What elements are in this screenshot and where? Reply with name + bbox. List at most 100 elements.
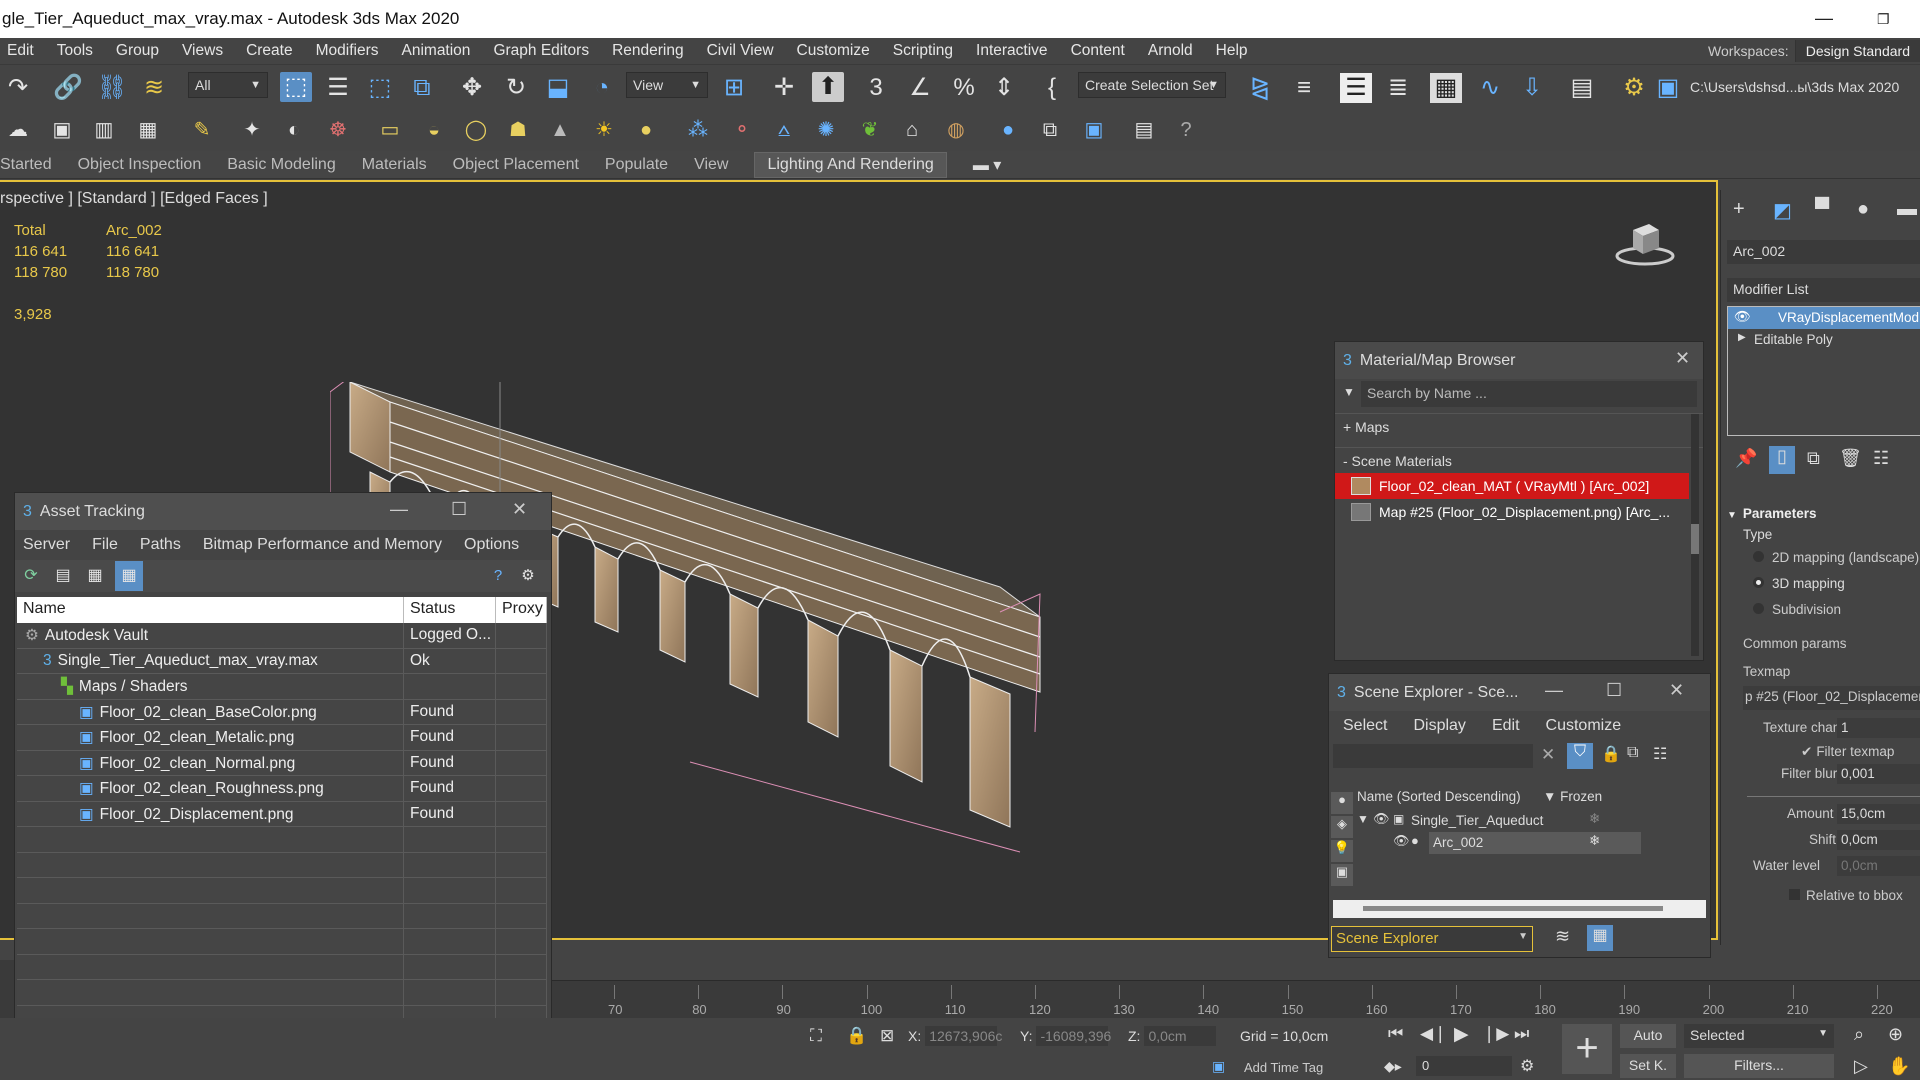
align-icon[interactable]: ≡ <box>1288 73 1320 103</box>
hand-pan-icon[interactable]: ✋ <box>1888 1056 1910 1077</box>
add-time-tag-icon[interactable]: ▣ <box>1212 1058 1225 1075</box>
help-icon[interactable]: ? <box>485 561 511 591</box>
se-menu-customize[interactable]: Customize <box>1546 717 1622 735</box>
configure-sets-icon[interactable]: ☷ <box>1873 448 1889 469</box>
ribbon-tab-object-placement[interactable]: Object Placement <box>453 156 579 174</box>
radio-2d-mapping[interactable]: 2D mapping (landscape) <box>1753 550 1919 565</box>
show-end-result-icon[interactable]: ▯ <box>1769 446 1795 474</box>
freeze-icon[interactable]: ❄ <box>1589 833 1600 849</box>
mmb-map-item[interactable]: Map #25 (Floor_02_Displacement.png) [Arc… <box>1335 499 1703 525</box>
asset-row[interactable]: ▣ Floor_02_clean_Metalic.png Found <box>17 725 547 751</box>
unlink-icon[interactable]: ⛓ <box>96 73 128 103</box>
render-frame-icon[interactable]: ▣ <box>46 115 78 145</box>
asset-row[interactable]: ▣ Floor_02_clean_Roughness.png Found <box>17 776 547 802</box>
modifier-stack[interactable]: 👁 VRayDisplacementMod ▶ Editable Poly <box>1727 306 1920 436</box>
stack-item-vraydisplacement[interactable]: 👁 VRayDisplacementMod <box>1728 307 1920 329</box>
radio-subdivision[interactable]: Subdivision <box>1753 602 1841 617</box>
se-search-input[interactable] <box>1333 744 1533 768</box>
close-icon[interactable]: ✕ <box>1675 348 1690 369</box>
clear-search-icon[interactable]: ✕ <box>1541 745 1555 765</box>
window-crossing-icon[interactable]: ⧉ <box>406 73 438 103</box>
mmb-maps-section[interactable]: + Maps <box>1335 413 1703 439</box>
ribbon-toggle-icon[interactable]: ▦ <box>1430 73 1462 103</box>
mirror-icon[interactable]: ⧎ <box>1244 73 1276 103</box>
render-queue-icon[interactable]: ▦ <box>132 115 164 145</box>
menu-views[interactable]: Views <box>182 42 223 60</box>
spinner-snap-icon[interactable]: ⇕ <box>988 73 1020 103</box>
ribbon-tab-view[interactable]: View <box>694 156 728 174</box>
rotate-icon[interactable]: ↻ <box>500 73 532 103</box>
scene-explorer-window[interactable]: 3 Scene Explorer - Sce... — ☐ ✕ Select D… <box>1328 673 1711 958</box>
at-menu-bitmap[interactable]: Bitmap Performance and Memory <box>203 536 442 554</box>
se-scrollbar[interactable] <box>1333 900 1706 918</box>
ribbon-tab-basic-modeling[interactable]: Basic Modeling <box>227 156 336 174</box>
pivot-center-icon[interactable]: ⊞ <box>718 73 750 103</box>
col-name[interactable]: Name <box>17 597 404 623</box>
refresh-icon[interactable]: ⟳ <box>17 561 45 591</box>
stack-item-editable-poly[interactable]: ▶ Editable Poly <box>1728 329 1920 351</box>
auto-key-button[interactable]: Auto <box>1620 1024 1676 1048</box>
eye-icon[interactable]: 👁 <box>1734 309 1751 325</box>
timeline-ruler[interactable]: 70 80 90 100 110 120 130 140 150 160 170 180 190 200 2… <box>552 980 1920 1018</box>
light-filter-icon[interactable]: 💡 <box>1331 840 1353 862</box>
radio-3d-mapping[interactable]: 3D mapping <box>1753 576 1845 591</box>
remove-modifier-icon[interactable]: 🗑 <box>1839 448 1862 469</box>
selection-filter-dropdown[interactable]: All ▼ <box>188 72 268 98</box>
hierarchy-tab-icon[interactable]: ▀ <box>1815 198 1829 221</box>
material-map-browser[interactable]: 3 Material/Map Browser ✕ ▼ Search by Nam… <box>1334 341 1704 661</box>
se-tree-item-child[interactable]: 👁 ● Arc_002 ❄ <box>1355 832 1707 854</box>
link-icon[interactable]: 🔗 <box>52 73 84 103</box>
menu-group[interactable]: Group <box>116 42 159 60</box>
se-col-frozen[interactable]: ▼ Frozen <box>1543 789 1602 804</box>
prev-frame-icon[interactable]: ◀❘ <box>1420 1024 1447 1044</box>
goto-start-icon[interactable]: ⏮ <box>1388 1024 1403 1044</box>
play-icon[interactable]: ▶ <box>1454 1023 1469 1046</box>
select-by-name-icon[interactable]: ☰ <box>322 73 354 103</box>
set-key-plus-icon[interactable]: + <box>1562 1024 1612 1074</box>
close-icon[interactable]: ✕ <box>512 499 527 520</box>
scatter-icon[interactable]: ◍ <box>940 115 972 145</box>
redo-icon[interactable]: ↷ <box>2 73 34 103</box>
minimize-icon[interactable]: — <box>390 499 408 520</box>
project-path[interactable]: C:\Users\dshsd...ы\3ds Max 2020 <box>1690 79 1899 95</box>
eye-icon[interactable]: 👁 <box>1373 811 1390 827</box>
asset-row[interactable]: ⚙ Autodesk Vault Logged O... <box>17 623 547 649</box>
zoom-icon[interactable]: ⌕ <box>1854 1024 1864 1045</box>
menu-arnold[interactable]: Arnold <box>1148 42 1193 60</box>
settings-icon[interactable]: ⚙ <box>515 561 541 591</box>
at-menu-server[interactable]: Server <box>23 536 70 554</box>
spot-light-icon[interactable]: ▲ <box>544 115 576 145</box>
se-menu-select[interactable]: Select <box>1343 717 1387 735</box>
hierarchy-icon[interactable]: ⧉ <box>1627 744 1638 762</box>
asset-row[interactable]: ▣ Floor_02_clean_Normal.png Found <box>17 750 547 776</box>
menu-graph-editors[interactable]: Graph Editors <box>493 42 589 60</box>
menu-scripting[interactable]: Scripting <box>893 42 953 60</box>
ribbon-tab-object-inspection[interactable]: Object Inspection <box>78 156 202 174</box>
selection-lock-icon[interactable]: ⛶ <box>810 1026 822 1046</box>
ies-light-icon[interactable]: ● <box>630 115 662 145</box>
layer-sort-icon[interactable]: ☷ <box>1653 744 1667 764</box>
curve-editor-icon[interactable]: ∿ <box>1474 73 1506 103</box>
named-selection-icon[interactable]: { <box>1036 73 1068 103</box>
angle-snap-icon[interactable]: ∠ <box>904 73 936 103</box>
hierarchy-mode-icon[interactable]: ▦ <box>1587 925 1613 951</box>
lock-icon[interactable]: 🔒 <box>846 1026 867 1046</box>
plane-light-icon[interactable]: ▭ <box>374 115 406 145</box>
menu-help[interactable]: Help <box>1216 42 1248 60</box>
material-editor-icon[interactable]: ▤ <box>1566 73 1598 103</box>
place-icon[interactable]: ◔ <box>586 73 618 103</box>
sphere-light-icon[interactable]: ◯ <box>460 115 492 145</box>
settings-export-icon[interactable]: ▤ <box>1128 115 1160 145</box>
orbit-icon[interactable]: ▷ <box>1854 1056 1868 1077</box>
time-config-icon[interactable]: ⚙ <box>1520 1056 1534 1076</box>
mmb-scene-materials-section[interactable]: - Scene Materials <box>1335 447 1703 473</box>
se-tree-item-parent[interactable]: ▼ 👁 ▣ Single_Tier_Aqueduct ❄ <box>1355 810 1707 832</box>
ribbon-tab-lighting-rendering[interactable]: Lighting And Rendering <box>754 151 947 178</box>
expand-icon[interactable]: ▶ <box>1738 332 1746 343</box>
selection-set-dropdown[interactable]: Create Selection Set ▼ <box>1078 72 1226 98</box>
next-frame-icon[interactable]: ❘▶ <box>1482 1024 1509 1044</box>
texmap-button[interactable]: p #25 (Floor_02_Displacemen <box>1743 686 1920 710</box>
z-input[interactable]: 0,0cm <box>1144 1026 1217 1046</box>
asset-row[interactable]: 3 Single_Tier_Aqueduct_max_vray.max Ok <box>17 648 547 674</box>
at-menu-paths[interactable]: Paths <box>140 536 181 554</box>
